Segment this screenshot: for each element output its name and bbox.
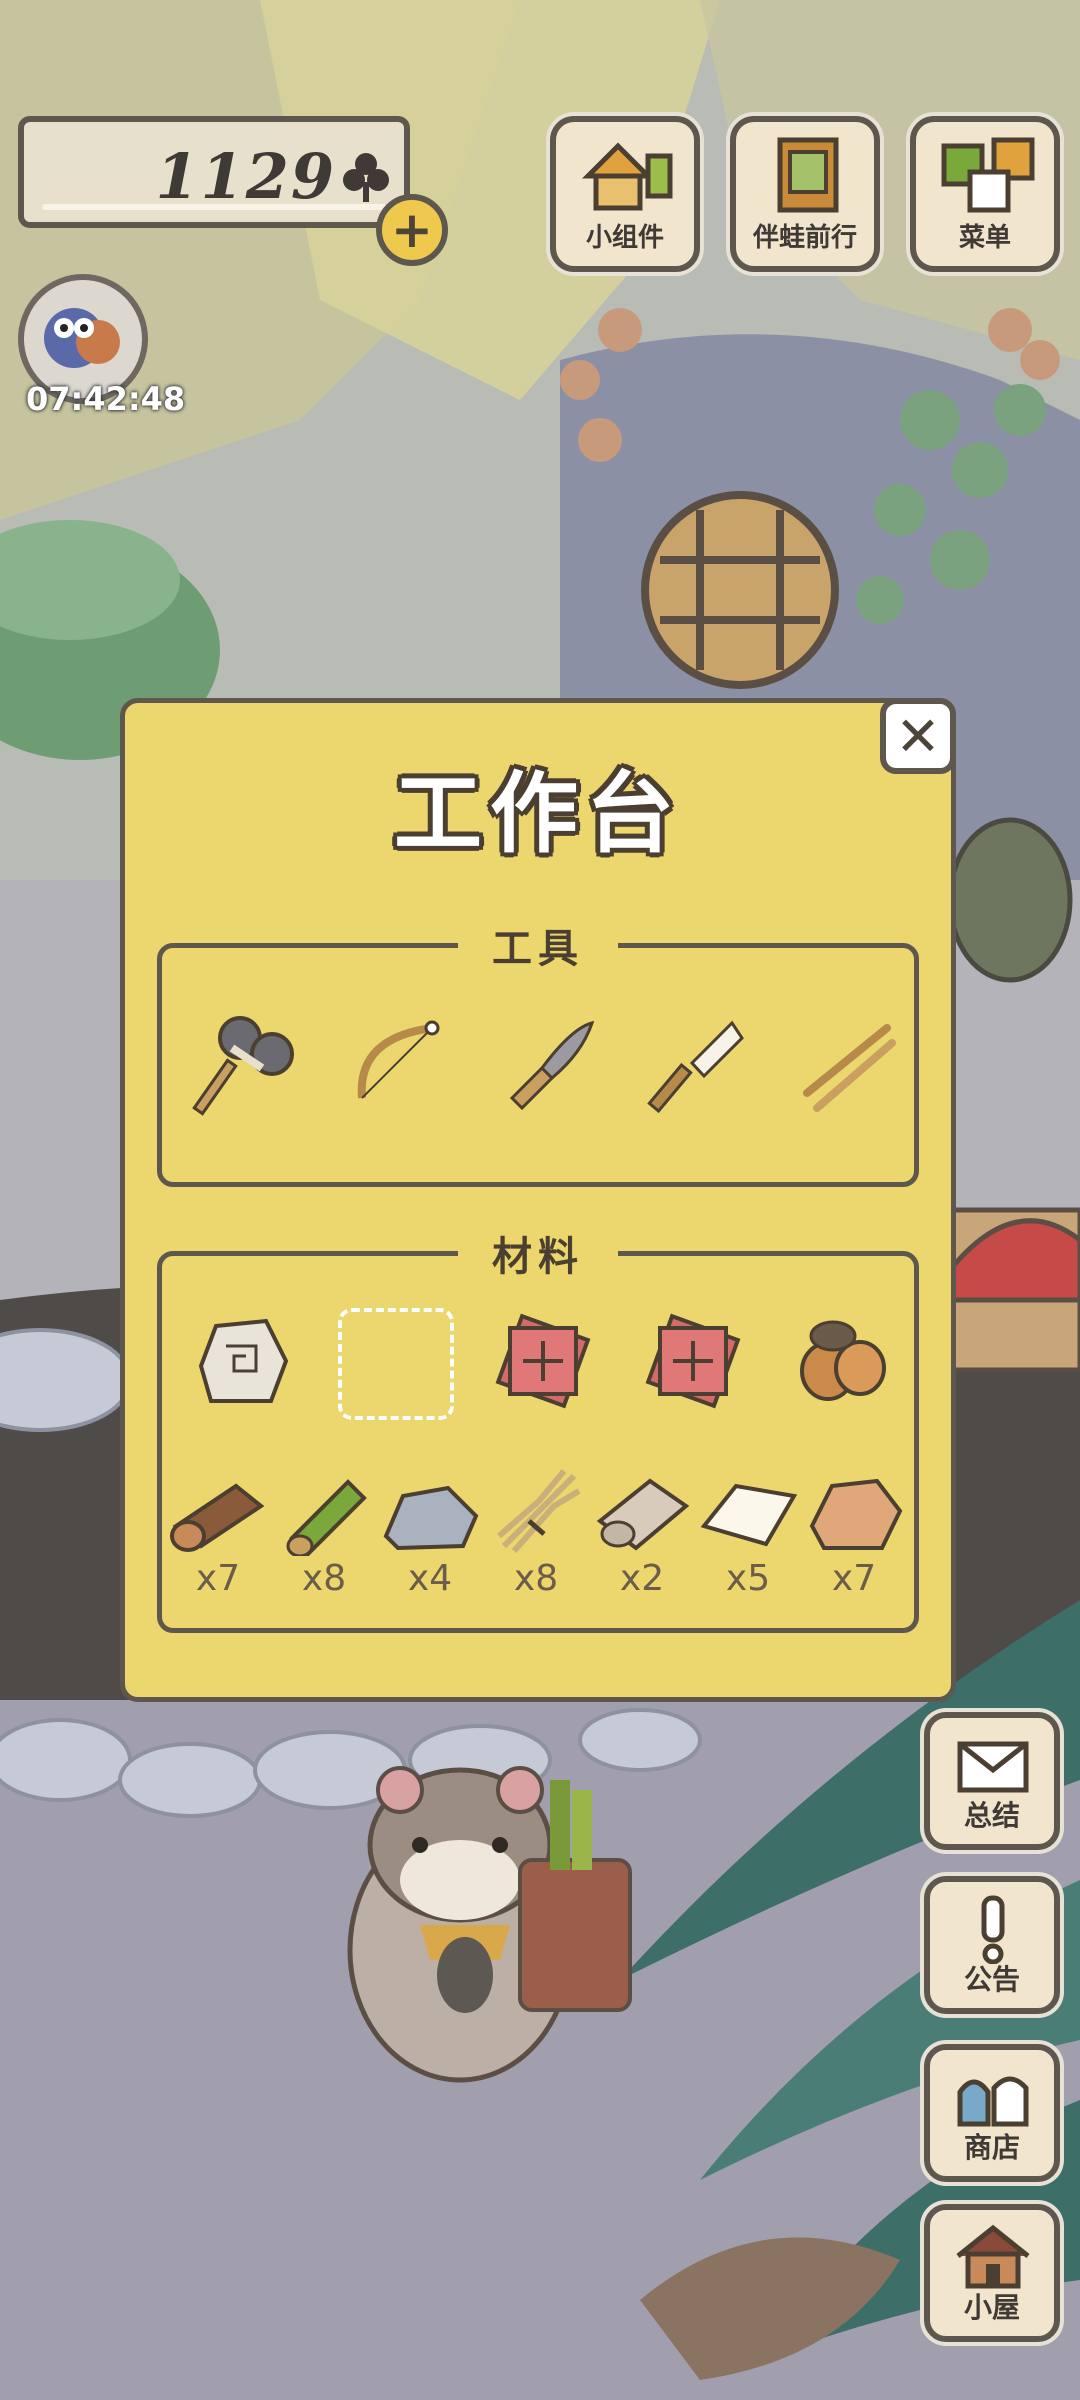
travel-timer: 07:42:48 (26, 380, 186, 418)
stone-hammer-icon[interactable] (192, 1008, 302, 1118)
talisman-icon[interactable] (638, 1306, 748, 1416)
knife-icon[interactable] (492, 1008, 602, 1118)
material-stone[interactable]: x4 (378, 1466, 482, 1616)
house-icon (956, 2224, 1030, 2289)
material-count: x5 (725, 1558, 771, 1599)
clay-icon (809, 1478, 903, 1550)
clover-count: 1129 (155, 140, 336, 213)
material-paper[interactable]: x5 (696, 1466, 800, 1616)
exclamation-icon (981, 1895, 1005, 1964)
stone-block-icon[interactable] (186, 1306, 296, 1416)
menu-button[interactable]: 菜单 (910, 116, 1060, 272)
add-clover-button[interactable]: + (376, 194, 448, 266)
material-clay[interactable]: x7 (802, 1466, 906, 1616)
workbench-dialog: 工作台 工具 材料 x7 x8 x4 x8 x2 x5 x7 (120, 698, 956, 1702)
log-icon (170, 1483, 265, 1552)
journey-button[interactable]: 伴蛙前行 (730, 116, 880, 272)
clover-counter: 1129 (18, 116, 410, 228)
menu-cards-icon (941, 137, 1035, 213)
chopsticks-icon[interactable] (792, 1008, 902, 1118)
stone-icon (383, 1485, 479, 1551)
menu-label: 菜单 (958, 223, 1011, 253)
bamboo-icon (286, 1479, 367, 1556)
notice-label: 公告 (963, 1963, 1020, 1996)
material-count: x2 (619, 1558, 665, 1599)
counter-underline (42, 204, 386, 210)
material-count: x8 (513, 1558, 559, 1599)
paper-icon (700, 1483, 798, 1547)
material-count: x4 (407, 1558, 453, 1599)
material-straw[interactable]: x8 (484, 1466, 588, 1616)
material-bamboo[interactable]: x8 (272, 1466, 376, 1616)
journey-book-icon (777, 137, 839, 213)
widget-label: 小组件 (585, 223, 664, 253)
widget-button[interactable]: 小组件 (550, 116, 700, 272)
cloth-roll-icon (596, 1478, 690, 1551)
house-button[interactable]: 小屋 (924, 2204, 1060, 2342)
chestnut-icon[interactable] (788, 1306, 898, 1416)
summary-button[interactable]: 总结 (924, 1712, 1060, 1850)
shop-label: 商店 (963, 2131, 1020, 2164)
tools-heading: 工具 (458, 916, 618, 974)
materials-heading: 材料 (458, 1224, 618, 1282)
material-cloth[interactable]: x2 (590, 1466, 694, 1616)
tools-section: 工具 (157, 916, 919, 1187)
summary-label: 总结 (963, 1799, 1020, 1832)
brush-icon[interactable] (642, 1008, 752, 1118)
bow-drill-icon[interactable] (342, 1008, 452, 1118)
talisman-icon[interactable] (488, 1306, 598, 1416)
clover-icon (343, 153, 389, 202)
envelope-icon (957, 1741, 1029, 1793)
journey-label: 伴蛙前行 (752, 223, 857, 253)
widget-icon (581, 142, 673, 211)
house-label: 小屋 (963, 2291, 1020, 2324)
materials-section: 材料 x7 x8 x4 x8 x2 x5 x7 (157, 1224, 919, 1633)
notice-button[interactable]: 公告 (924, 1876, 1060, 2014)
material-count: x7 (195, 1558, 241, 1599)
straw-bundle-icon (497, 1469, 581, 1553)
material-count: x8 (301, 1558, 347, 1599)
material-count: x7 (831, 1558, 877, 1599)
dialog-title: 工作台 (393, 762, 682, 865)
material-log[interactable]: x7 (166, 1466, 270, 1616)
shop-button[interactable]: 商店 (924, 2044, 1060, 2182)
shop-bags-icon (957, 2076, 1029, 2127)
empty-recipe-slot[interactable] (338, 1308, 454, 1420)
close-button[interactable]: ✕ (880, 698, 956, 774)
